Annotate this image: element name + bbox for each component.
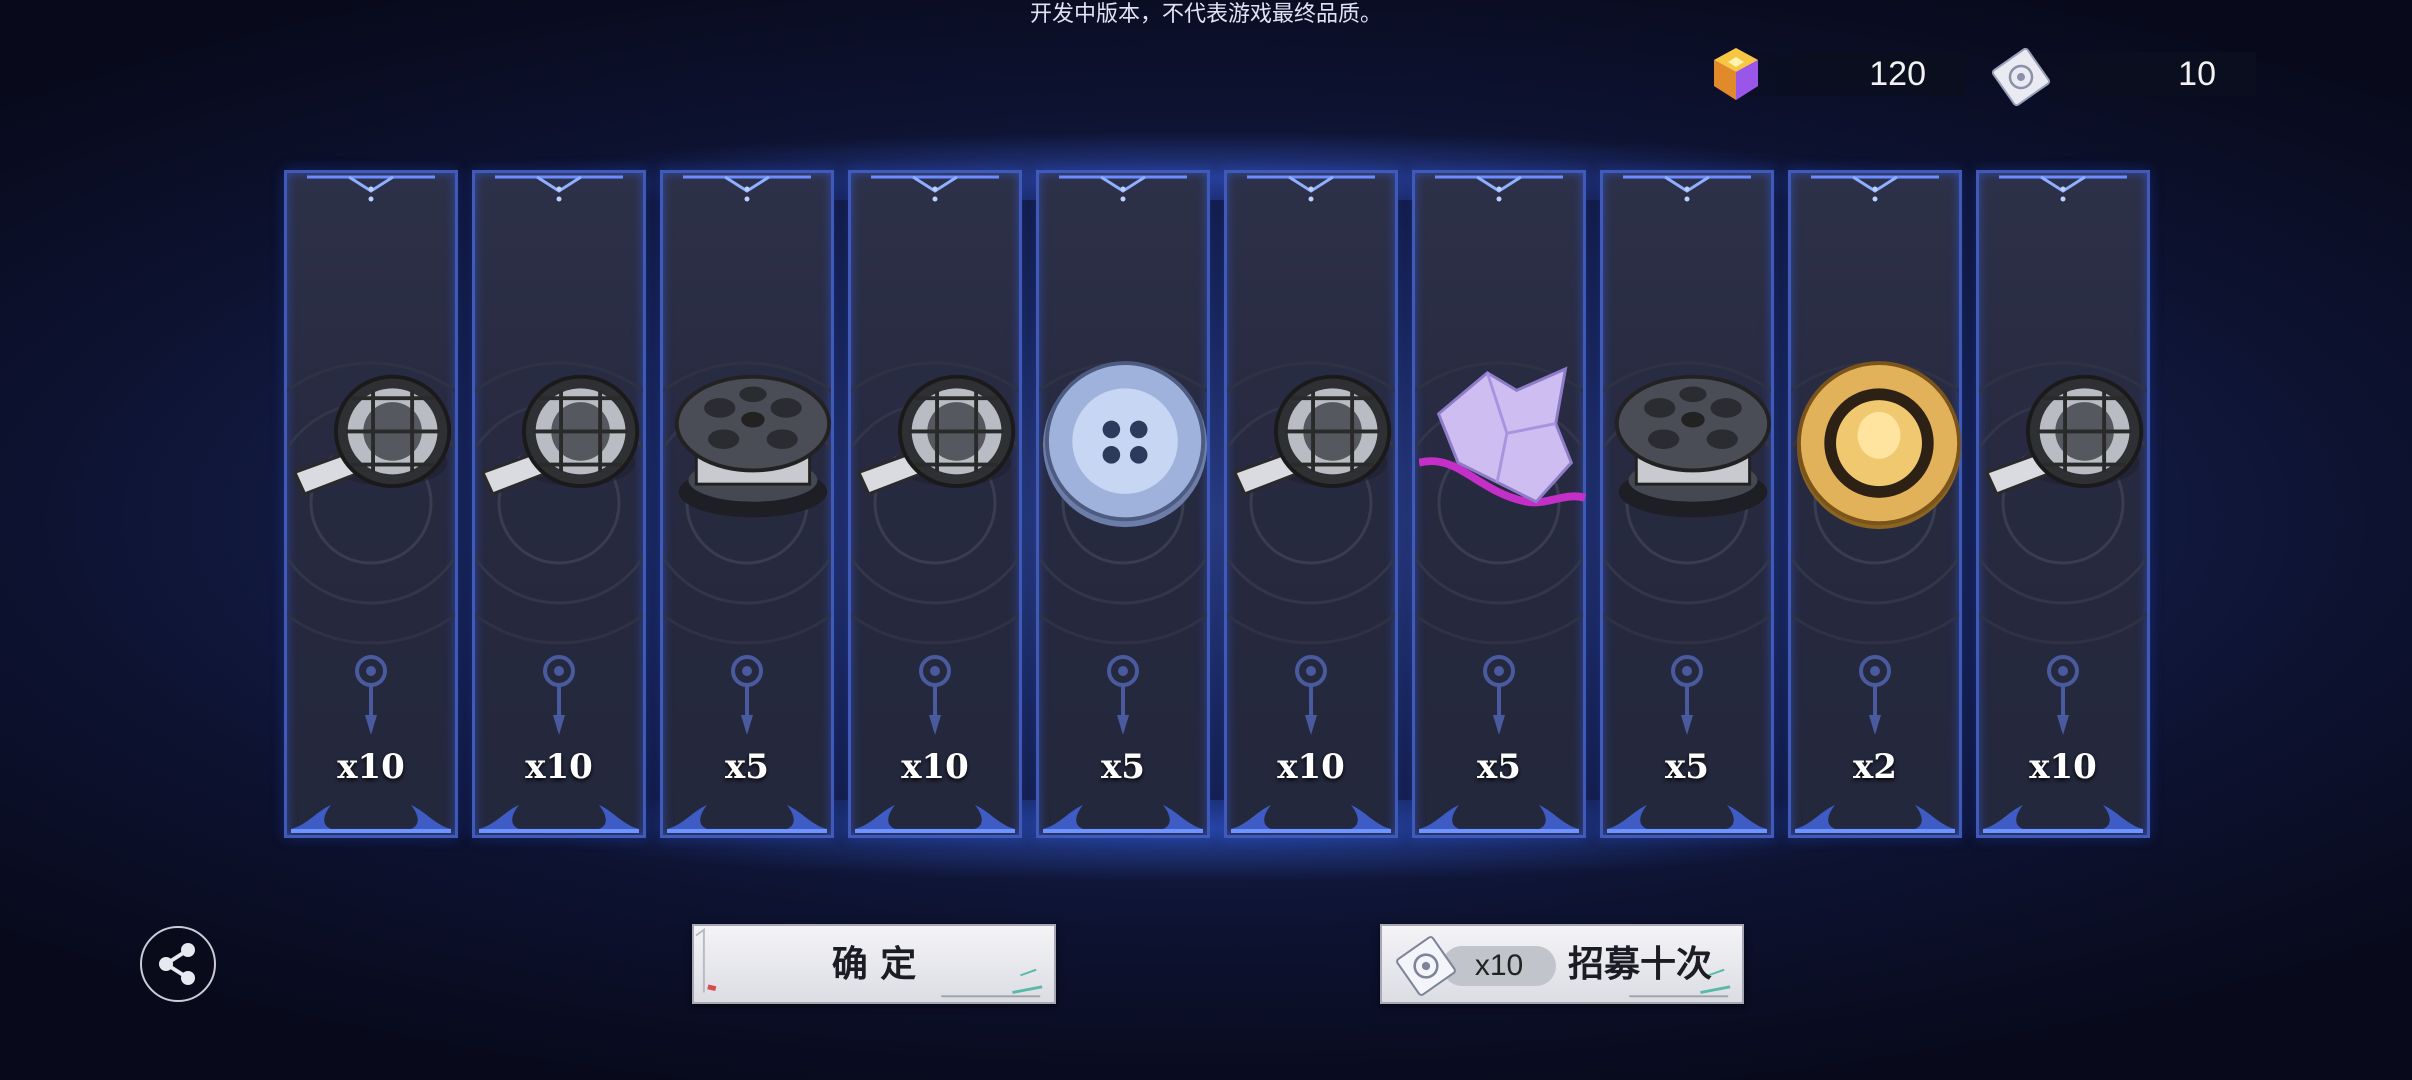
reward-card[interactable]: x10	[472, 170, 646, 838]
reward-quantity: x10	[901, 747, 969, 787]
reward-card[interactable]: x10	[1976, 170, 2150, 838]
gem-count: 120	[1869, 55, 1926, 93]
reward-quantity: x5	[1477, 747, 1521, 787]
reward-card[interactable]: x2	[1788, 170, 1962, 838]
card-pin-icon	[1107, 655, 1139, 735]
card-top-ornament-icon	[1435, 175, 1563, 202]
film-reel-icon	[674, 374, 832, 518]
dev-version-notice: 开发中版本，不代表游戏最终品质。	[1029, 1, 1382, 26]
reward-card[interactable]: x5	[1036, 170, 1210, 838]
reward-quantity: x5	[725, 747, 769, 787]
card-pin-icon	[919, 655, 951, 735]
card-top-ornament-icon	[871, 175, 999, 202]
card-pin-icon	[1671, 655, 1703, 735]
card-top-ornament-icon	[1059, 175, 1187, 202]
card-bottom-ornament-icon	[1419, 805, 1579, 833]
reward-quantity: x10	[525, 747, 593, 787]
card-bottom-ornament-icon	[667, 805, 827, 833]
card-bottom-ornament-icon	[855, 805, 1015, 833]
ticket-currency: 10	[1986, 47, 2256, 107]
card-bottom-ornament-icon	[1231, 805, 1391, 833]
share-icon	[159, 943, 195, 985]
reward-quantity: x5	[1101, 747, 1145, 787]
card-bottom-ornament-icon	[1607, 805, 1767, 833]
gold-coin-icon	[1796, 361, 1962, 530]
silver-button-icon	[1043, 361, 1208, 528]
recruit-ticket-icon	[1991, 47, 2051, 107]
card-pin-icon	[731, 655, 763, 735]
film-roll-icon	[1232, 374, 1392, 496]
card-pin-icon	[355, 655, 387, 735]
reward-card[interactable]: x5	[660, 170, 834, 838]
card-top-ornament-icon	[1811, 175, 1939, 202]
recruit-ten-label: 招募十次	[1568, 943, 1713, 985]
reward-card[interactable]: x10	[284, 170, 458, 838]
recruit-cost: x10	[1474, 949, 1524, 982]
card-pin-icon	[2047, 655, 2079, 735]
card-bottom-ornament-icon	[479, 805, 639, 833]
film-roll-icon	[292, 374, 452, 496]
card-pin-icon	[1859, 655, 1891, 735]
recruit-ten-button[interactable]: x10 招募十次	[1380, 924, 1744, 1004]
card-bottom-ornament-icon	[1795, 805, 1955, 833]
reward-card[interactable]: x10	[1224, 170, 1398, 838]
card-top-ornament-icon	[1999, 175, 2127, 202]
reward-quantity: x10	[1277, 747, 1345, 787]
film-roll-icon	[480, 374, 640, 496]
card-pin-icon	[1295, 655, 1327, 735]
confirm-label: 确 定	[831, 943, 917, 985]
gem-currency: 120	[1706, 48, 1966, 100]
card-pin-icon	[543, 655, 575, 735]
ticket-count: 10	[2178, 55, 2216, 93]
card-top-ornament-icon	[1247, 175, 1375, 202]
reward-quantity: x5	[1665, 747, 1709, 787]
confirm-button[interactable]: 确 定	[692, 924, 1056, 1004]
reward-card[interactable]: x5	[1412, 170, 1587, 838]
gem-currency-bar	[1746, 52, 1966, 96]
film-roll-icon	[856, 374, 1016, 496]
card-top-ornament-icon	[683, 175, 811, 202]
card-top-ornament-icon	[307, 175, 435, 202]
share-button[interactable]	[140, 926, 216, 1002]
card-top-ornament-icon	[495, 175, 623, 202]
reward-quantity: x10	[337, 747, 405, 787]
reward-quantity: x2	[1853, 747, 1897, 787]
card-bottom-ornament-icon	[291, 805, 451, 833]
gem-icon	[1714, 48, 1758, 100]
crystal-shard-icon	[1419, 366, 1587, 507]
reward-card[interactable]: x10	[848, 170, 1022, 838]
reward-card[interactable]: x5	[1600, 170, 1774, 838]
card-bottom-ornament-icon	[1043, 805, 1203, 833]
film-reel-icon	[1614, 374, 1772, 518]
card-pin-icon	[1483, 655, 1515, 735]
reward-quantity: x10	[2029, 747, 2097, 787]
film-roll-icon	[1984, 374, 2144, 496]
ticket-currency-bar	[2026, 52, 2256, 96]
recruit-ticket-icon	[1396, 936, 1456, 996]
card-bottom-ornament-icon	[1983, 805, 2143, 833]
card-top-ornament-icon	[1623, 175, 1751, 202]
